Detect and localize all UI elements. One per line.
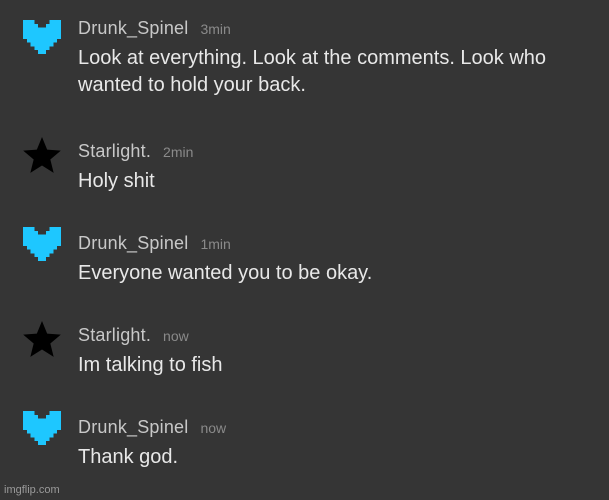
message-text: Look at everything. Look at the comments… [78, 47, 547, 96]
timestamp: now [200, 420, 227, 436]
pixel-heart-icon [22, 227, 62, 267]
username[interactable]: Drunk_Spinel [78, 233, 188, 253]
watermark: imgflip.com [4, 484, 60, 496]
timestamp: 1min [200, 236, 231, 252]
timestamp: 2min [163, 144, 194, 160]
message-header: Drunk_Spinel 3min [78, 18, 231, 40]
username[interactable]: Drunk_Spinel [78, 18, 188, 38]
star-icon [22, 319, 62, 359]
message-header: Drunk_Spinel 1min [78, 233, 231, 255]
message-header: Starlight. now [78, 325, 189, 347]
star-icon [22, 135, 62, 175]
chat-log: Drunk_Spinel 3min Look at everything. Loo… [0, 0, 609, 500]
message-header: Starlight. 2min [78, 141, 193, 163]
pixel-heart-icon [22, 411, 62, 451]
message-text: Everyone wanted you to be okay. [78, 262, 373, 284]
username[interactable]: Drunk_Spinel [78, 417, 188, 437]
pixel-heart-icon [22, 20, 62, 60]
message-text: Thank god. [78, 446, 179, 468]
username[interactable]: Starlight. [78, 141, 151, 161]
timestamp: 3min [200, 21, 231, 37]
timestamp: now [163, 328, 189, 344]
message-header: Drunk_Spinel now [78, 417, 226, 439]
username[interactable]: Starlight. [78, 325, 151, 345]
message-text: Holy shit [78, 170, 155, 192]
message-text: Im talking to fish [78, 354, 223, 376]
